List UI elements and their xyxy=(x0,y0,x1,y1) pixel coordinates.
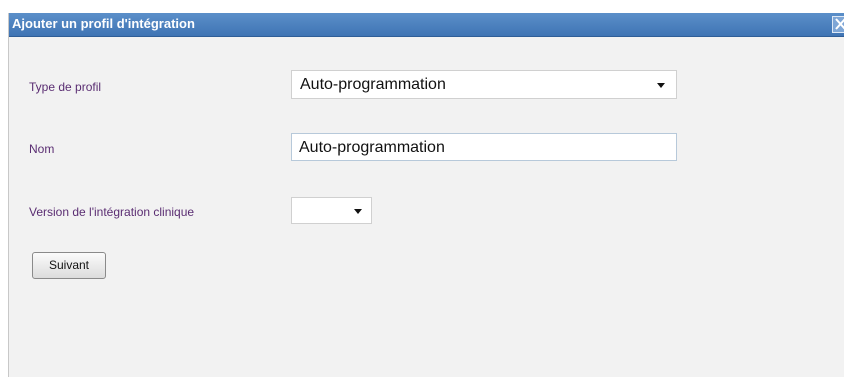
profile-type-label: Type de profil xyxy=(29,80,102,94)
clinical-version-label: Version de l'intégration clinique xyxy=(29,205,195,219)
chevron-down-icon xyxy=(354,209,362,214)
name-field-value: Auto-programmation xyxy=(299,139,445,156)
dialog-title: Ajouter un profil d'intégration xyxy=(12,16,195,31)
close-icon[interactable] xyxy=(832,16,844,33)
chevron-down-icon xyxy=(657,83,665,88)
dialog-titlebar: Ajouter un profil d'intégration xyxy=(9,13,844,37)
profile-type-select[interactable]: Auto-programmation xyxy=(291,70,677,99)
name-field[interactable]: Auto-programmation xyxy=(291,133,677,161)
next-button[interactable]: Suivant xyxy=(32,252,106,279)
clinical-version-select[interactable] xyxy=(291,197,372,224)
add-integration-profile-dialog: Ajouter un profil d'intégration Type de … xyxy=(8,13,844,377)
name-label: Nom xyxy=(29,142,55,156)
profile-type-selected-value: Auto-programmation xyxy=(300,76,446,93)
